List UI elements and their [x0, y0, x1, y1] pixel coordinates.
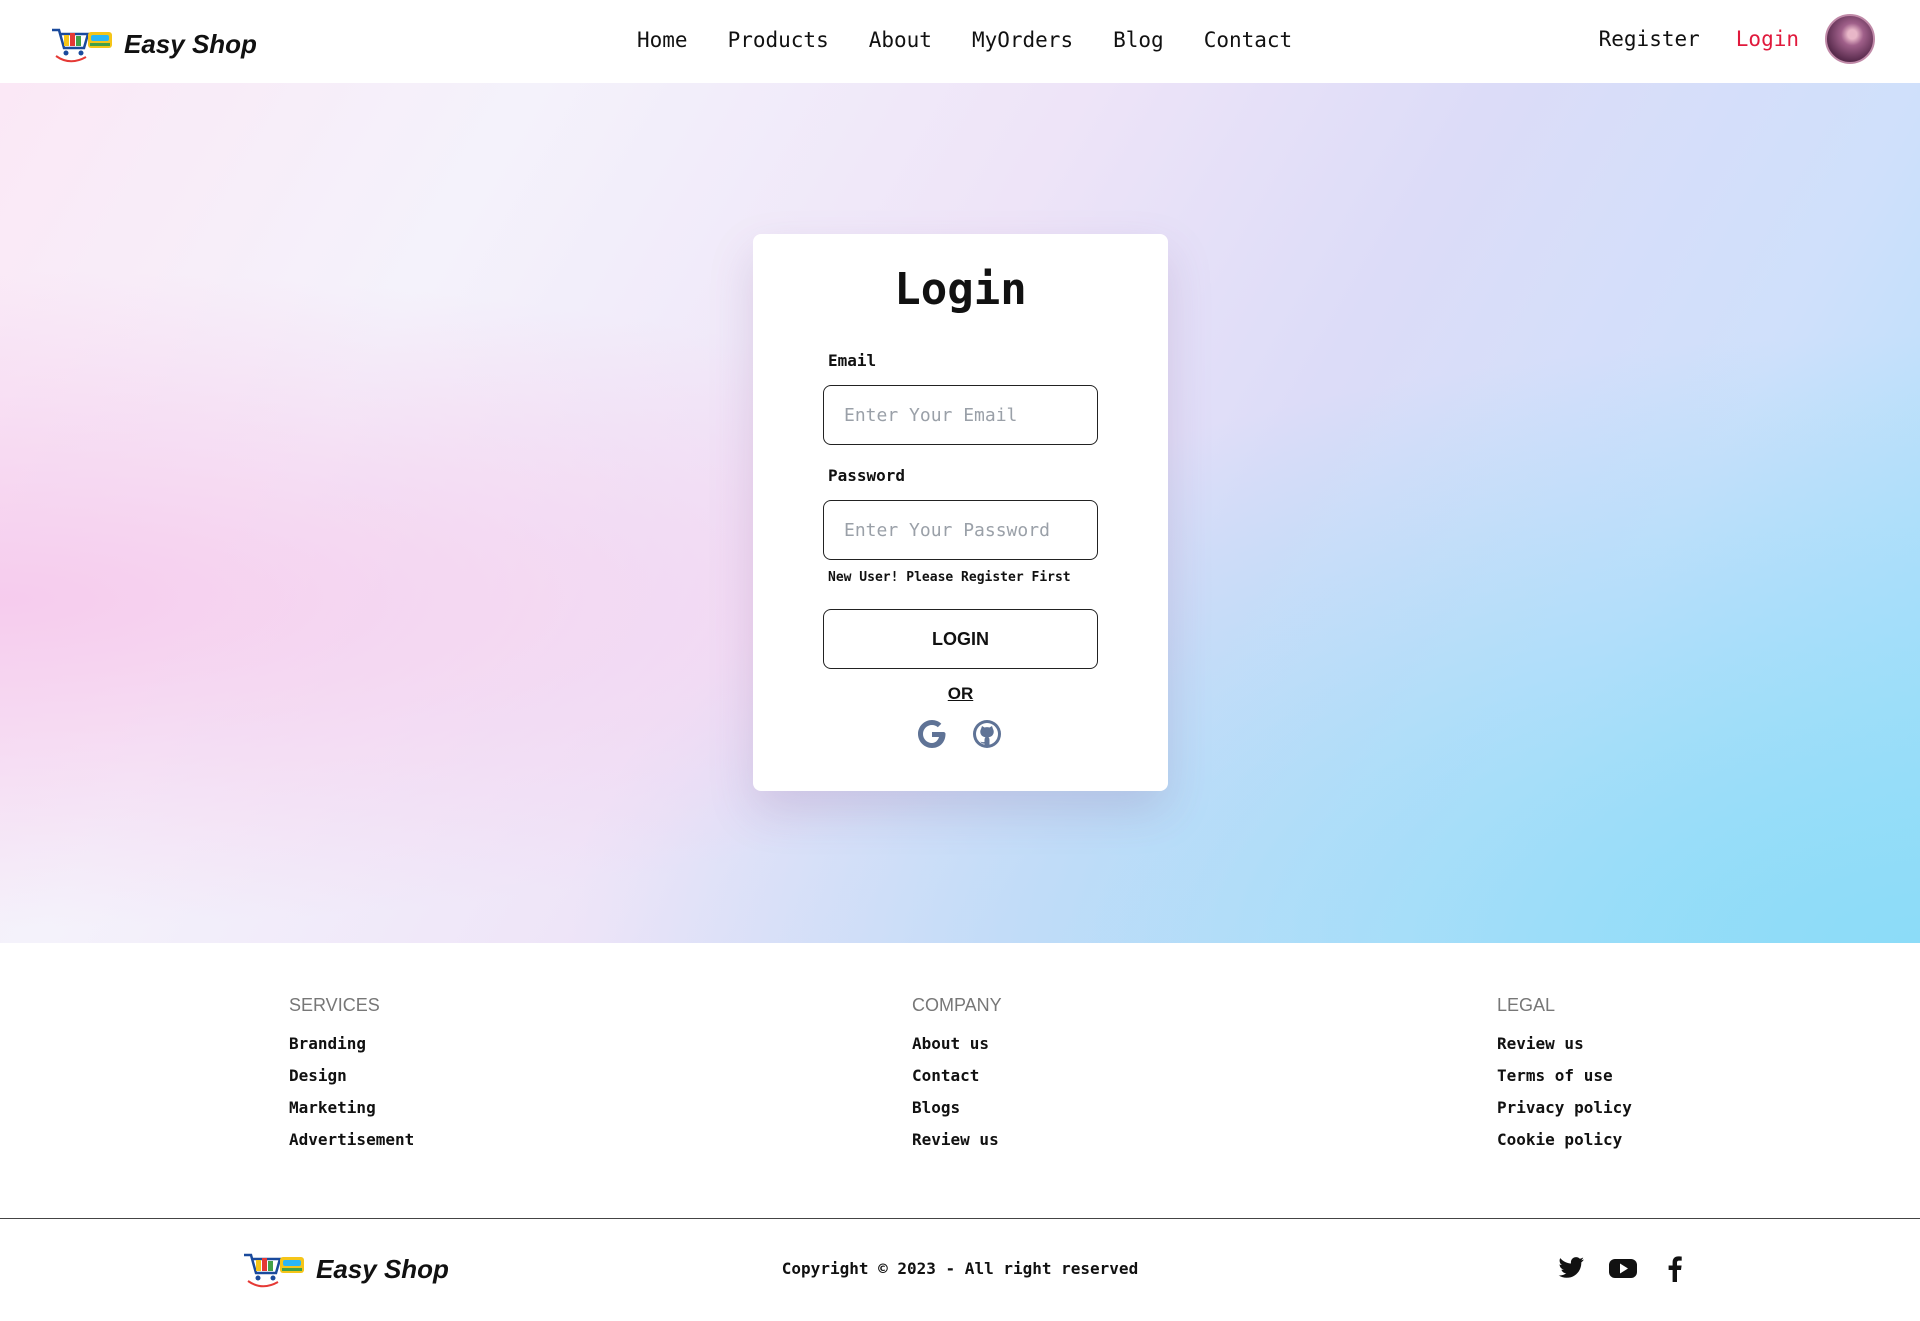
footer-link-design[interactable]: Design [289, 1066, 414, 1085]
login-card: Login Email Password New User! Please Re… [753, 234, 1168, 791]
footer-link-contact[interactable]: Contact [912, 1066, 1002, 1085]
footer-services-heading: SERVICES [289, 995, 380, 1015]
nav-about[interactable]: About [869, 28, 932, 52]
shop-cart-logo-icon [52, 28, 112, 63]
footer-social-links [1556, 1253, 1690, 1283]
footer-link-review-us[interactable]: Review us [912, 1130, 1002, 1149]
brand[interactable]: Easy Shop [50, 24, 257, 64]
youtube-icon[interactable] [1608, 1253, 1638, 1283]
nav-myorders[interactable]: MyOrders [972, 28, 1073, 52]
google-icon[interactable] [916, 718, 948, 750]
login-title: Login [894, 264, 1027, 315]
facebook-icon[interactable] [1660, 1253, 1690, 1283]
hero-background: Login Email Password New User! Please Re… [0, 83, 1920, 943]
footer-link-legal-review-us[interactable]: Review us [1497, 1034, 1632, 1053]
or-divider-text: OR [947, 684, 974, 703]
avatar[interactable] [1825, 14, 1875, 64]
nav-products[interactable]: Products [728, 28, 829, 52]
footer-legal-heading: LEGAL [1497, 995, 1556, 1015]
login-button[interactable]: LOGIN [823, 609, 1098, 669]
navbar: Easy Shop Home Products About MyOrders B… [0, 0, 1920, 83]
footer: SERVICES Branding Design Marketing Adver… [0, 943, 1920, 1218]
main-nav: Home Products About MyOrders Blog Contac… [637, 28, 1332, 52]
nav-login-link[interactable]: Login [1736, 27, 1799, 51]
password-label: Password [828, 466, 906, 485]
register-hint-link[interactable]: New User! Please Register First [828, 570, 1071, 585]
footer-link-branding[interactable]: Branding [289, 1034, 414, 1053]
footer-link-marketing[interactable]: Marketing [289, 1098, 414, 1117]
footer-services: SERVICES Branding Design Marketing Adver… [289, 995, 414, 1162]
footer-company: COMPANY About us Contact Blogs Review us [912, 995, 1002, 1162]
footer-link-advertisement[interactable]: Advertisement [289, 1130, 414, 1149]
footer-company-heading: COMPANY [912, 995, 1002, 1015]
footer-link-cookie[interactable]: Cookie policy [1497, 1130, 1632, 1149]
footer-legal: LEGAL Review us Terms of use Privacy pol… [1497, 995, 1632, 1162]
nav-account: Register Login [1599, 14, 1875, 64]
footer-link-about-us[interactable]: About us [912, 1034, 1002, 1053]
nav-contact[interactable]: Contact [1204, 28, 1293, 52]
footer-link-blogs[interactable]: Blogs [912, 1098, 1002, 1117]
twitter-icon[interactable] [1556, 1253, 1586, 1283]
brand-name: Easy Shop [124, 28, 257, 59]
footer-link-privacy[interactable]: Privacy policy [1497, 1098, 1632, 1117]
nav-home[interactable]: Home [637, 28, 688, 52]
password-input[interactable] [823, 500, 1098, 560]
email-label: Email [828, 351, 877, 370]
footer-link-terms[interactable]: Terms of use [1497, 1066, 1632, 1085]
footer-bottom-bar: Easy Shop Copyright © 2023 - All right r… [0, 1219, 1920, 1321]
github-icon[interactable] [971, 718, 1003, 750]
social-login [916, 718, 1003, 750]
email-input[interactable] [823, 385, 1098, 445]
nav-blog[interactable]: Blog [1113, 28, 1164, 52]
nav-register-link[interactable]: Register [1599, 27, 1700, 51]
